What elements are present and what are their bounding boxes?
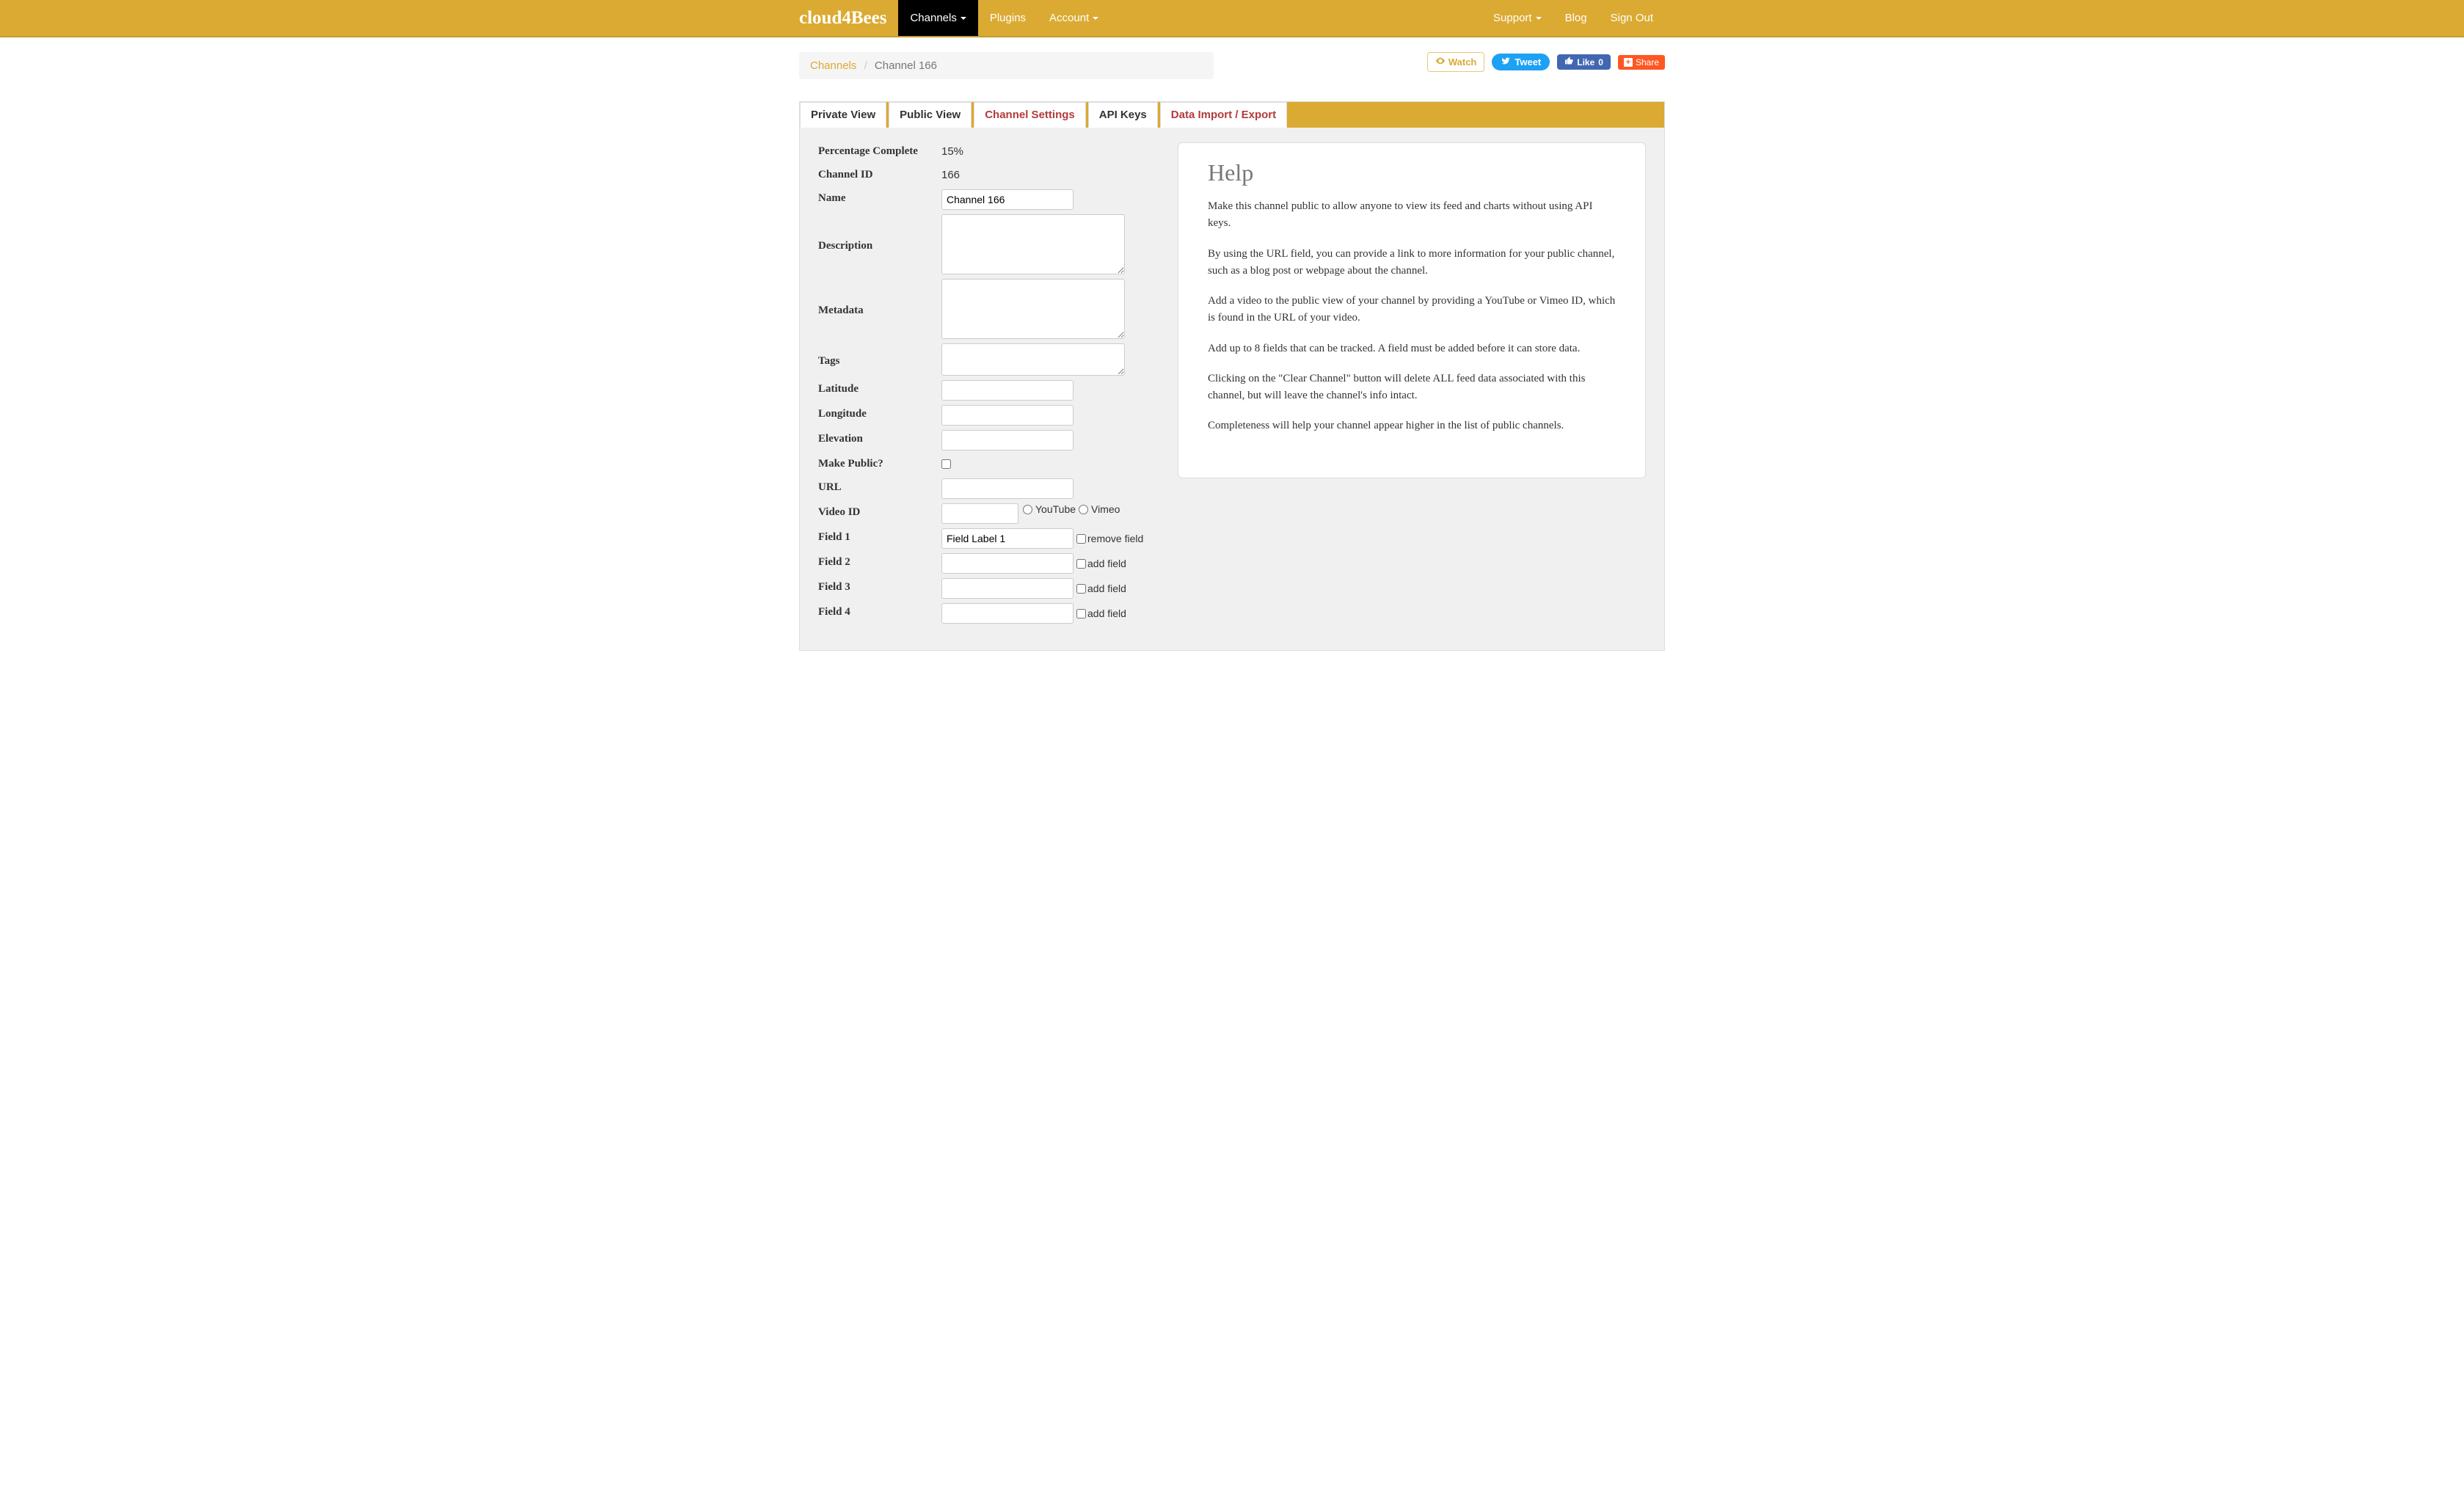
field2-add-checkbox[interactable] <box>1076 559 1086 569</box>
make-public-checkbox[interactable] <box>941 459 951 469</box>
video-id-input[interactable] <box>941 503 1018 524</box>
percentage-complete-value: 15% <box>941 142 963 158</box>
breadcrumb-root[interactable]: Channels <box>810 59 856 72</box>
help-paragraph: Completeness will help your channel appe… <box>1208 417 1616 434</box>
name-label: Name <box>818 189 941 205</box>
nav-signout[interactable]: Sign Out <box>1599 0 1665 36</box>
url-input[interactable] <box>941 478 1074 499</box>
field1-remove-label: remove field <box>1087 533 1143 544</box>
help-paragraph: Make this channel public to allow anyone… <box>1208 198 1616 233</box>
video-id-label: Video ID <box>818 503 941 519</box>
field4-add-label: add field <box>1087 607 1126 619</box>
field4-add-checkbox[interactable] <box>1076 609 1086 619</box>
tweet-button[interactable]: Tweet <box>1492 54 1550 70</box>
name-input[interactable] <box>941 189 1074 210</box>
tweet-label: Tweet <box>1515 56 1541 67</box>
field3-input[interactable] <box>941 578 1074 599</box>
description-input[interactable] <box>941 214 1125 274</box>
watch-label: Watch <box>1448 56 1477 67</box>
video-youtube-label: YouTube <box>1035 503 1076 515</box>
elevation-label: Elevation <box>818 430 941 445</box>
nav-account[interactable]: Account <box>1038 0 1110 36</box>
make-public-label: Make Public? <box>818 455 941 470</box>
help-paragraph: Add a video to the public view of your c… <box>1208 293 1616 327</box>
channel-id-value: 166 <box>941 166 960 181</box>
video-vimeo-radio[interactable] <box>1079 505 1088 514</box>
help-panel: Help Make this channel public to allow a… <box>1178 142 1646 478</box>
longitude-label: Longitude <box>818 405 941 420</box>
field4-label: Field 4 <box>818 603 941 619</box>
nav-blog[interactable]: Blog <box>1553 0 1599 36</box>
latitude-label: Latitude <box>818 380 941 395</box>
twitter-icon <box>1501 56 1511 67</box>
like-button[interactable]: Like 0 <box>1557 54 1611 70</box>
nav-plugins[interactable]: Plugins <box>978 0 1038 36</box>
caret-down-icon <box>1093 17 1098 20</box>
watch-button[interactable]: Watch <box>1427 52 1485 72</box>
tags-input[interactable] <box>941 343 1125 376</box>
breadcrumb-separator: / <box>860 59 872 72</box>
help-paragraph: By using the URL field, you can provide … <box>1208 246 1616 280</box>
thumbs-up-icon <box>1564 56 1573 67</box>
tab-channel-settings[interactable]: Channel Settings <box>974 102 1086 128</box>
field2-input[interactable] <box>941 553 1074 574</box>
tabs: Private View Public View Channel Setting… <box>799 101 1665 128</box>
video-youtube-radio[interactable] <box>1023 505 1032 514</box>
field2-label: Field 2 <box>818 553 941 569</box>
nav-channels-label: Channels <box>910 12 956 24</box>
like-count: 0 <box>1598 57 1603 67</box>
caret-down-icon <box>1536 17 1542 20</box>
nav-account-label: Account <box>1049 12 1089 24</box>
breadcrumb-current: Channel 166 <box>875 59 937 72</box>
video-vimeo-label: Vimeo <box>1091 503 1120 515</box>
help-paragraph: Clicking on the "Clear Channel" button w… <box>1208 371 1616 405</box>
longitude-input[interactable] <box>941 405 1074 426</box>
metadata-label: Metadata <box>818 302 941 317</box>
share-button[interactable]: + Share <box>1618 55 1665 70</box>
field2-add-label: add field <box>1087 558 1126 569</box>
channel-id-label: Channel ID <box>818 166 941 181</box>
brand-logo[interactable]: cloud4Bees <box>799 0 898 36</box>
plus-icon: + <box>1624 58 1633 67</box>
percentage-complete-label: Percentage Complete <box>818 142 941 158</box>
field3-label: Field 3 <box>818 578 941 594</box>
metadata-input[interactable] <box>941 279 1125 339</box>
breadcrumb: Channels / Channel 166 <box>799 52 1214 79</box>
url-label: URL <box>818 478 941 494</box>
tab-private-view[interactable]: Private View <box>800 102 886 128</box>
like-label: Like <box>1577 57 1594 67</box>
field3-add-label: add field <box>1087 583 1126 594</box>
tags-label: Tags <box>818 352 941 368</box>
share-label: Share <box>1636 57 1659 67</box>
help-paragraph: Add up to 8 fields that can be tracked. … <box>1208 340 1616 357</box>
elevation-input[interactable] <box>941 430 1074 450</box>
nav-channels[interactable]: Channels <box>898 0 977 36</box>
nav-support-label: Support <box>1493 12 1532 24</box>
field3-add-checkbox[interactable] <box>1076 584 1086 594</box>
description-label: Description <box>818 237 941 252</box>
top-navbar: cloud4Bees Channels Plugins Account Supp… <box>0 0 2464 37</box>
tab-api-keys[interactable]: API Keys <box>1088 102 1158 128</box>
field1-input[interactable] <box>941 528 1074 549</box>
tab-public-view[interactable]: Public View <box>889 102 972 128</box>
caret-down-icon <box>961 17 966 20</box>
field1-remove-checkbox[interactable] <box>1076 534 1086 544</box>
latitude-input[interactable] <box>941 380 1074 401</box>
field4-input[interactable] <box>941 603 1074 624</box>
tab-data-import-export[interactable]: Data Import / Export <box>1160 102 1287 128</box>
nav-support[interactable]: Support <box>1481 0 1553 36</box>
eye-icon <box>1435 56 1446 68</box>
field1-label: Field 1 <box>818 528 941 544</box>
help-title: Help <box>1208 159 1616 186</box>
